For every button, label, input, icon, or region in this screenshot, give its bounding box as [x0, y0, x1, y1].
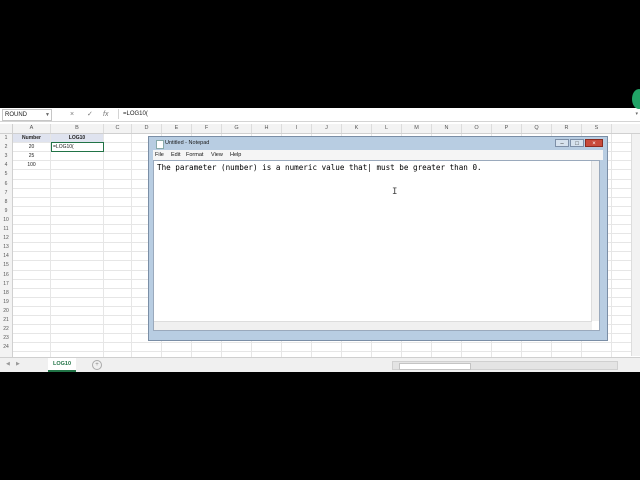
next-sheet-icon[interactable]: ▶	[16, 361, 20, 367]
grid-row-line	[13, 351, 640, 353]
sheet-tab-log10[interactable]: LOG10	[48, 358, 76, 372]
cell-a2[interactable]: 20	[13, 143, 50, 151]
insert-function-icon[interactable]: fx	[103, 109, 108, 120]
cell-b1[interactable]: LOG10	[51, 134, 103, 143]
column-header-r[interactable]: R	[552, 124, 582, 133]
formula-input[interactable]: =LOG10(	[118, 109, 639, 119]
row-header-19[interactable]: 19	[0, 298, 12, 307]
column-headers: ABCDEFGHIJKLMNOPQRS	[0, 124, 640, 134]
row-header-20[interactable]: 20	[0, 307, 12, 316]
cell-a4[interactable]: 100	[13, 161, 50, 169]
notepad-text: The parameter (number) is a numeric valu…	[157, 163, 482, 172]
row-header-12[interactable]: 12	[0, 234, 12, 243]
row-header-18[interactable]: 18	[0, 289, 12, 298]
row-header-6[interactable]: 6	[0, 180, 12, 189]
column-header-m[interactable]: M	[402, 124, 432, 133]
row-header-14[interactable]: 14	[0, 252, 12, 261]
select-all-corner[interactable]	[0, 124, 13, 133]
vertical-scrollbar[interactable]	[631, 134, 640, 356]
column-header-j[interactable]: J	[312, 124, 342, 133]
row-header-15[interactable]: 15	[0, 261, 12, 270]
row-header-5[interactable]: 5	[0, 170, 12, 179]
row-header-4[interactable]: 4	[0, 161, 12, 170]
green-indicator	[632, 89, 640, 109]
name-box[interactable]: ROUND ▼	[2, 109, 52, 121]
expand-formula-bar-icon[interactable]: ▾	[635, 109, 638, 120]
horizontal-scrollbar[interactable]	[392, 361, 618, 370]
column-header-o[interactable]: O	[462, 124, 492, 133]
column-header-p[interactable]: P	[492, 124, 522, 133]
enter-icon[interactable]: ✓	[87, 109, 93, 120]
row-header-13[interactable]: 13	[0, 243, 12, 252]
horizontal-scrollbar-thumb[interactable]	[399, 363, 471, 370]
cell-a1[interactable]: Number	[13, 134, 50, 143]
minimize-button[interactable]: –	[555, 139, 569, 147]
column-header-c[interactable]: C	[104, 124, 132, 133]
formula-bar: ROUND ▼ × ✓ fx =LOG10( ▾	[0, 108, 640, 122]
menu-view[interactable]: View	[211, 150, 223, 160]
name-box-value: ROUND	[5, 112, 27, 118]
row-header-23[interactable]: 23	[0, 334, 12, 343]
row-header-2[interactable]: 2	[0, 143, 12, 152]
maximize-button[interactable]: □	[570, 139, 584, 147]
column-header-e[interactable]: E	[162, 124, 192, 133]
cell-a3[interactable]: 25	[13, 152, 50, 160]
prev-sheet-icon[interactable]: ◀	[6, 361, 10, 367]
notepad-icon	[156, 140, 164, 149]
row-header-8[interactable]: 8	[0, 198, 12, 207]
row-header-7[interactable]: 7	[0, 189, 12, 198]
column-header-b[interactable]: B	[51, 124, 104, 133]
row-header-16[interactable]: 16	[0, 271, 12, 280]
row-header-17[interactable]: 17	[0, 280, 12, 289]
notepad-titlebar[interactable]: Untitled - Notepad – □ ×	[149, 137, 607, 150]
active-cell-highlight	[51, 142, 104, 153]
notepad-horizontal-scrollbar[interactable]	[154, 321, 592, 330]
text-cursor-icon: I	[392, 187, 398, 197]
column-header-i[interactable]: I	[282, 124, 312, 133]
sheet-tabs-bar: ◀ ▶ LOG10 +	[0, 357, 640, 372]
column-header-n[interactable]: N	[432, 124, 462, 133]
row-header-3[interactable]: 3	[0, 152, 12, 161]
row-header-22[interactable]: 22	[0, 325, 12, 334]
chevron-down-icon[interactable]: ▼	[45, 110, 50, 120]
grid-row-line	[13, 342, 640, 344]
row-header-10[interactable]: 10	[0, 216, 12, 225]
row-header-1[interactable]: 1	[0, 134, 12, 143]
menu-help[interactable]: Help	[230, 150, 241, 160]
row-header-21[interactable]: 21	[0, 316, 12, 325]
notepad-vertical-scrollbar[interactable]	[591, 161, 599, 321]
notepad-window: Untitled - Notepad – □ × File Edit Forma…	[148, 136, 608, 341]
notepad-menubar: File Edit Format View Help	[153, 150, 603, 160]
row-header-24[interactable]: 24	[0, 343, 12, 352]
column-header-h[interactable]: H	[252, 124, 282, 133]
column-header-s[interactable]: S	[582, 124, 612, 133]
row-header-11[interactable]: 11	[0, 225, 12, 234]
column-header-q[interactable]: Q	[522, 124, 552, 133]
column-header-k[interactable]: K	[342, 124, 372, 133]
close-button[interactable]: ×	[585, 139, 603, 147]
notepad-text-area[interactable]: The parameter (number) is a numeric valu…	[153, 160, 600, 331]
cancel-icon[interactable]: ×	[70, 109, 74, 120]
notepad-title: Untitled - Notepad	[165, 140, 210, 146]
column-header-f[interactable]: F	[192, 124, 222, 133]
menu-format[interactable]: Format	[186, 150, 203, 160]
column-header-l[interactable]: L	[372, 124, 402, 133]
menu-edit[interactable]: Edit	[171, 150, 180, 160]
add-sheet-button[interactable]: +	[92, 360, 102, 370]
column-header-a[interactable]: A	[13, 124, 51, 133]
column-header-d[interactable]: D	[132, 124, 162, 133]
row-headers: 1 2 3 4 5 6 7 8 9 10 11 12 13 14 15 16 17 18 19 20 21 22 23 24	[0, 134, 13, 364]
menu-file[interactable]: File	[155, 150, 164, 160]
column-header-g[interactable]: G	[222, 124, 252, 133]
row-header-9[interactable]: 9	[0, 207, 12, 216]
